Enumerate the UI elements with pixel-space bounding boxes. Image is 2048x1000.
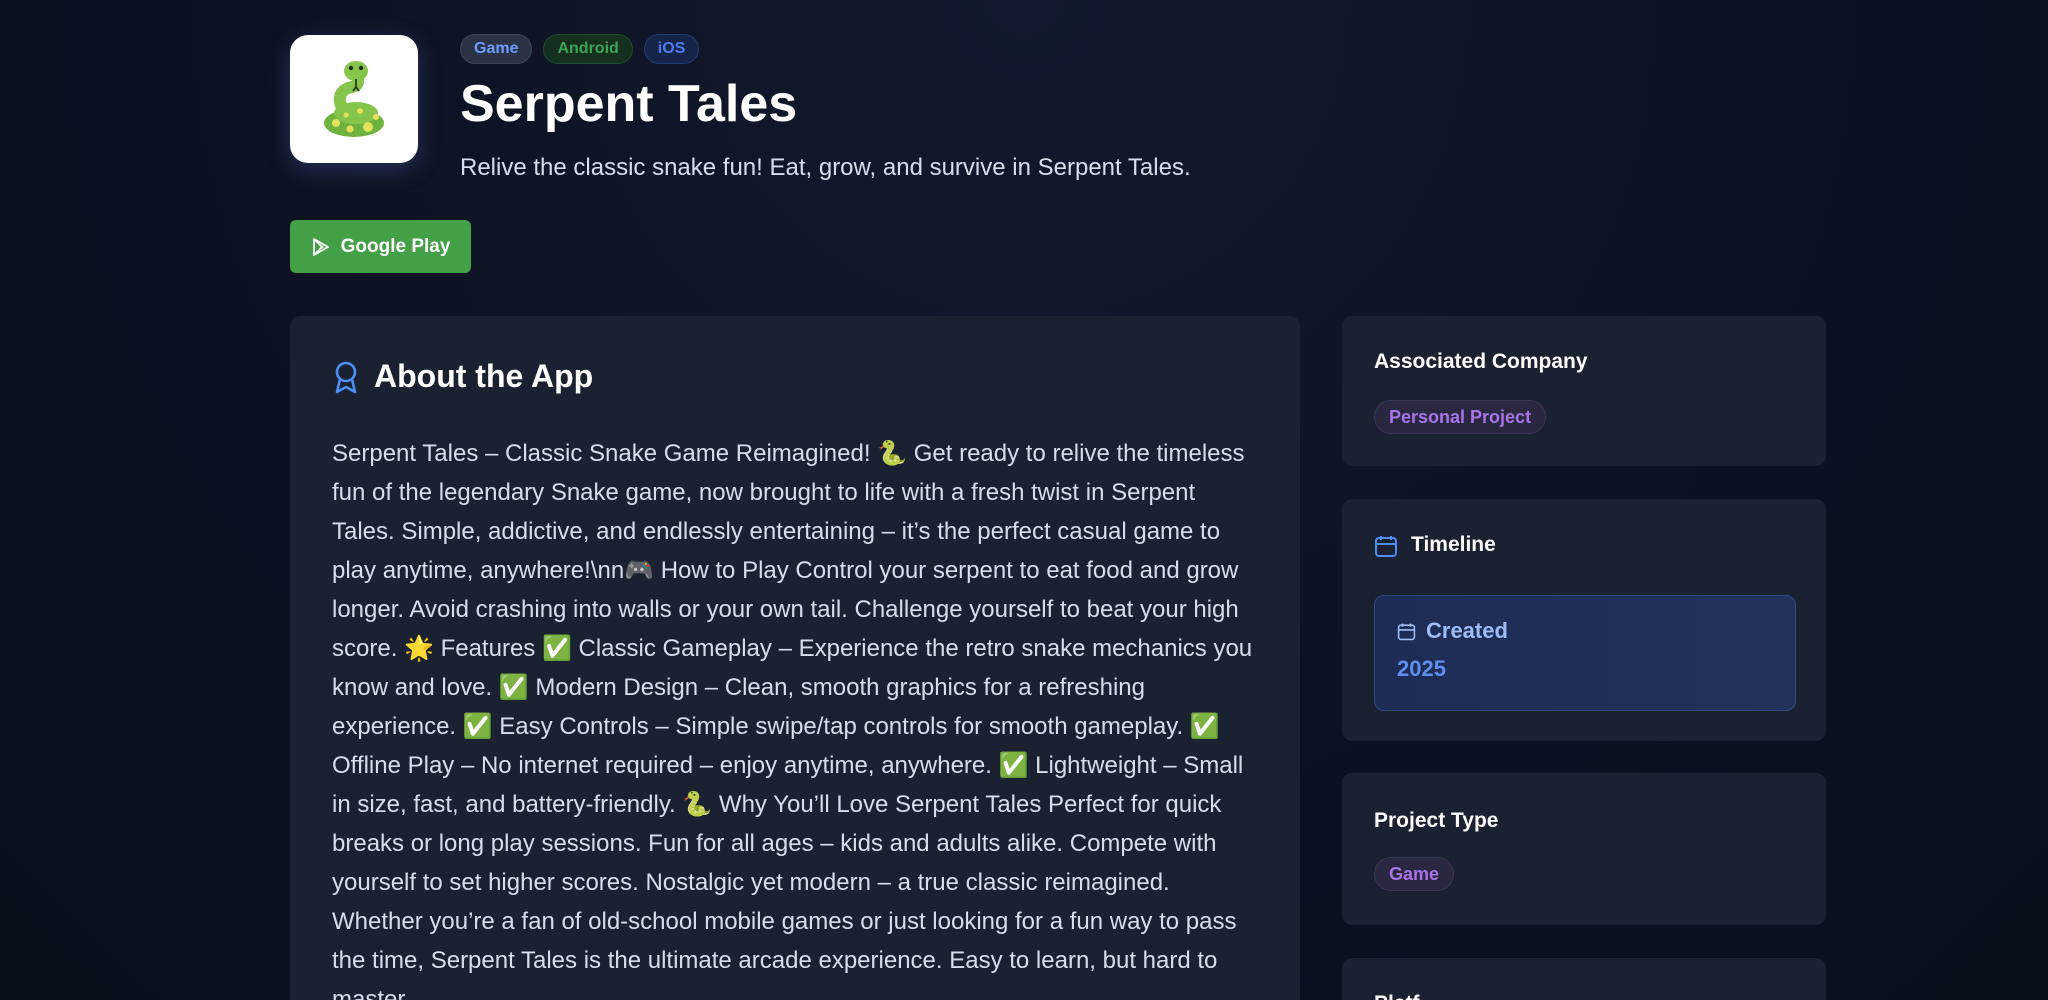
platforms-title: Platf [1374, 992, 1420, 1000]
about-header: About the App [332, 358, 593, 395]
project-type-badge[interactable]: Game [1374, 857, 1455, 891]
google-play-label: Google Play [340, 235, 451, 257]
play-store-icon [312, 237, 329, 256]
tag-android: Android [543, 34, 633, 64]
calendar-small-icon [1397, 623, 1416, 640]
google-play-button[interactable]: Google Play [290, 220, 471, 273]
created-box: Created 2025 [1374, 595, 1796, 711]
content-wrapper: Game Android iOS Serpent Tales Relive th… [290, 0, 1826, 1000]
app-detail-page: Game Android iOS Serpent Tales Relive th… [0, 0, 2048, 1000]
created-year: 2025 [1397, 656, 1446, 681]
app-icon [290, 35, 418, 163]
company-badge[interactable]: Personal Project [1374, 400, 1547, 434]
created-label: Created [1426, 618, 1508, 643]
company-card: Associated Company Personal Project [1342, 316, 1826, 466]
app-header: Game Android iOS Serpent Tales Relive th… [290, 0, 1826, 300]
app-subtitle: Relive the classic snake fun! Eat, grow,… [460, 154, 1191, 181]
tag-game: Game [460, 34, 533, 64]
platforms-card: Platf [1342, 958, 1826, 1000]
tag-ios: iOS [643, 34, 700, 64]
about-title: About the App [374, 358, 594, 394]
about-card: About the App Serpent Tales – Classic Sn… [290, 316, 1300, 1000]
snake-icon [324, 61, 384, 137]
about-description: Serpent Tales – Classic Snake Game Reima… [332, 440, 1253, 1000]
company-title: Associated Company [1374, 350, 1588, 373]
created-label-row: Created [1397, 618, 1508, 644]
calendar-icon [1375, 536, 1397, 557]
app-title: Serpent Tales [460, 75, 798, 133]
award-icon [335, 361, 357, 393]
timeline-card: Timeline Created 2025 [1342, 499, 1826, 741]
timeline-title: Timeline [1411, 533, 1496, 556]
project-type-title: Project Type [1374, 809, 1499, 832]
project-type-card: Project Type Game [1342, 773, 1826, 925]
platform-tags: Game Android iOS [460, 34, 700, 64]
